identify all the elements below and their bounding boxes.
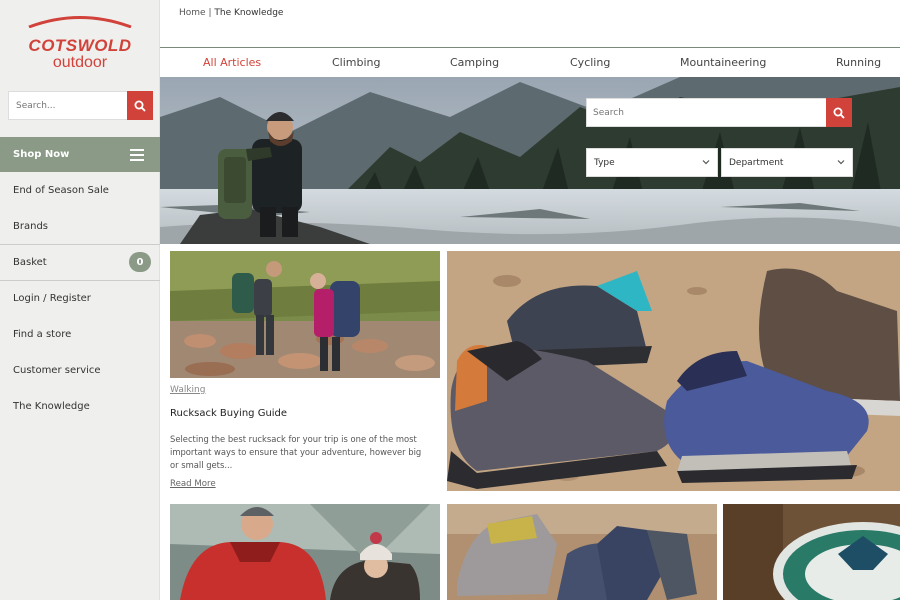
rucksack-guide-image[interactable] (170, 251, 440, 378)
hero-search-button[interactable] (826, 98, 852, 127)
mountain-boots-article-image[interactable] (447, 504, 717, 600)
nikwax-tin-image (723, 504, 900, 600)
hamburger-menu-icon (130, 149, 144, 164)
sidebar-item-basket[interactable]: Basket 0 (0, 244, 160, 280)
chevron-down-icon (837, 160, 845, 165)
article-excerpt: Selecting the best rucksack for your tri… (170, 434, 422, 470)
hikers-winter-jackets-image (170, 504, 440, 600)
hero-banner: Type Department (160, 77, 900, 244)
sidebar-item-label: Find a store (13, 328, 72, 340)
walking-shoes-image (447, 251, 900, 491)
shop-now-button[interactable]: Shop Now (0, 137, 160, 172)
tab-climbing[interactable]: Climbing (332, 56, 381, 69)
walking-shoes-article-image[interactable] (447, 251, 900, 491)
sidebar-search-input[interactable] (9, 92, 127, 119)
logo-arc-icon (28, 16, 132, 28)
breadcrumb: Home | The Knowledge (179, 8, 283, 18)
tab-running[interactable]: Running (836, 56, 881, 69)
sidebar-item-label: The Knowledge (13, 400, 90, 412)
sidebar-item-label: End of Season Sale (13, 184, 109, 196)
tab-all-articles[interactable]: All Articles (203, 56, 261, 69)
main-content: Home | The Knowledge All Articles Climbi… (160, 0, 900, 600)
logo-wordmark: COTSWOLD (28, 36, 132, 55)
sidebar: COTSWOLD outdoor Shop Now End of Season … (0, 0, 160, 600)
category-tabs: All Articles Climbing Camping Cycling Mo… (160, 48, 900, 77)
article-category-link[interactable]: Walking (170, 385, 205, 395)
chevron-down-icon (702, 160, 710, 165)
sidebar-item-find-store[interactable]: Find a store (0, 316, 160, 352)
sidebar-search-button[interactable] (127, 91, 153, 120)
winter-jackets-article-image[interactable] (170, 504, 440, 600)
hero-search-input[interactable] (587, 99, 825, 126)
article-title[interactable]: Rucksack Buying Guide (170, 408, 287, 419)
sidebar-search (8, 91, 153, 120)
shop-now-label: Shop Now (13, 149, 70, 160)
type-select[interactable]: Type (586, 148, 718, 177)
department-select[interactable]: Department (721, 148, 853, 177)
search-icon (134, 100, 146, 112)
search-icon (833, 107, 845, 119)
hero-search (586, 98, 852, 127)
sidebar-item-login[interactable]: Login / Register (0, 280, 160, 316)
tab-mountaineering[interactable]: Mountaineering (680, 56, 766, 69)
department-select-value: Department (729, 157, 784, 168)
sidebar-item-brands[interactable]: Brands (0, 208, 160, 244)
sidebar-item-sale[interactable]: End of Season Sale (0, 172, 160, 208)
tab-cycling[interactable]: Cycling (570, 56, 610, 69)
page: COTSWOLD outdoor Shop Now End of Season … (0, 0, 900, 600)
logo-subtitle: outdoor (52, 54, 108, 71)
sidebar-item-label: Login / Register (13, 292, 91, 304)
mountain-boots-image (447, 504, 717, 600)
sidebar-item-label: Basket (13, 256, 47, 268)
sidebar-item-label: Customer service (13, 364, 101, 376)
breadcrumb-current: The Knowledge (214, 8, 284, 18)
breadcrumb-home-link[interactable]: Home (179, 8, 206, 18)
basket-count-badge: 0 (129, 252, 151, 272)
hikers-rocky-stream-image (170, 251, 440, 378)
sidebar-item-customer-service[interactable]: Customer service (0, 352, 160, 388)
type-select-value: Type (594, 157, 615, 168)
proofing-wax-article-image[interactable] (723, 504, 900, 600)
sidebar-item-the-knowledge[interactable]: The Knowledge (0, 388, 160, 424)
cotswold-logo[interactable]: COTSWOLD outdoor (0, 14, 160, 78)
read-more-link[interactable]: Read More (170, 479, 216, 489)
tab-camping[interactable]: Camping (450, 56, 499, 69)
breadcrumb-separator: | (208, 8, 212, 18)
sidebar-item-label: Brands (13, 220, 48, 232)
